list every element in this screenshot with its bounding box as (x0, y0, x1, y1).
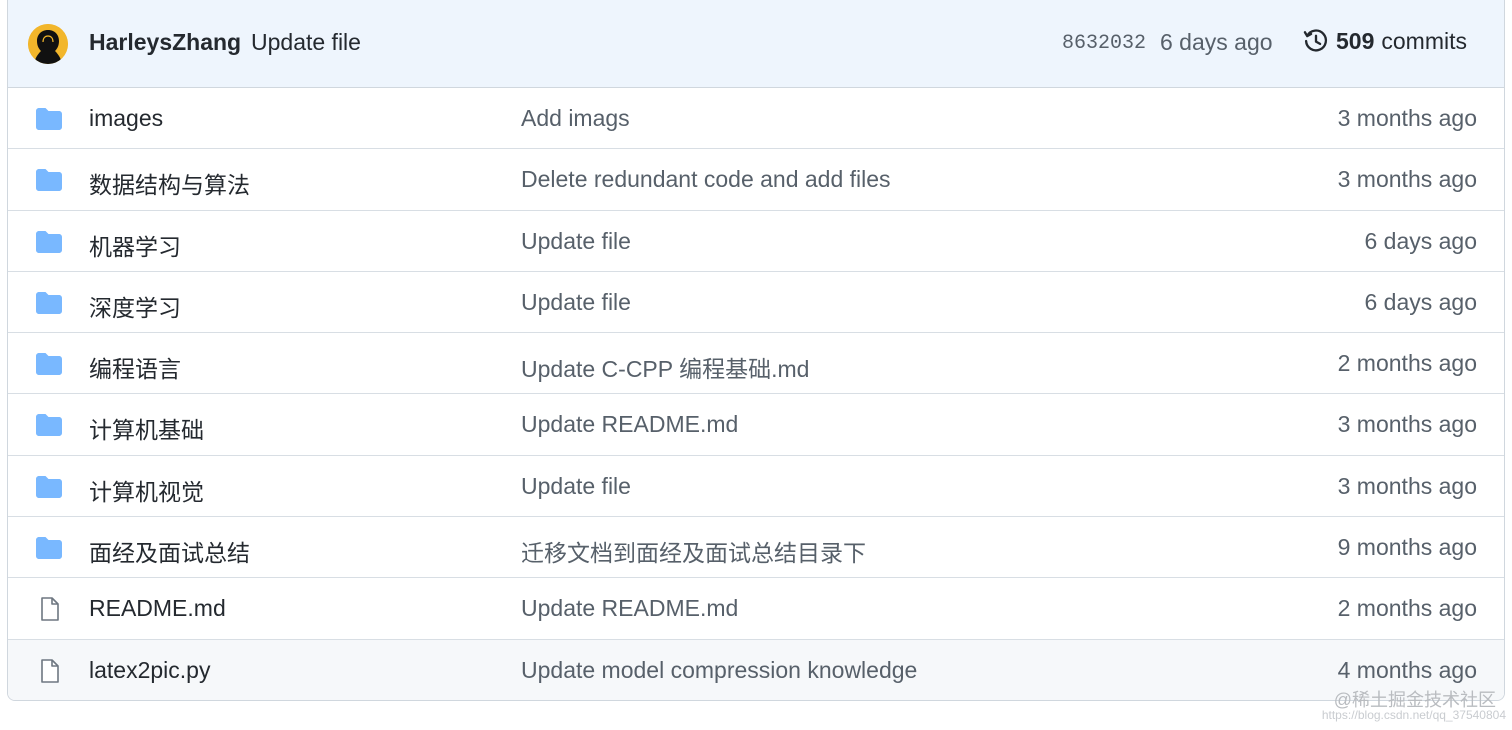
file-commit-age: 2 months ago (1337, 595, 1477, 622)
history-icon (1303, 29, 1328, 52)
file-commit-age: 3 months ago (1337, 472, 1477, 499)
file-commit-age: 4 months ago (1337, 656, 1477, 683)
file-name[interactable]: 数据结构与算法 (89, 166, 250, 200)
commits-link[interactable]: 509 commits (1302, 27, 1467, 55)
folder-icon (35, 413, 63, 437)
file-row[interactable]: 计算机基础 Update README.md 3 months ago (8, 394, 1504, 456)
folder-icon (35, 475, 63, 499)
file-name[interactable]: 计算机视觉 (89, 473, 204, 507)
file-name[interactable]: 深度学习 (89, 289, 181, 323)
commit-message[interactable]: Update file (251, 29, 361, 56)
file-name[interactable]: 机器学习 (89, 228, 181, 262)
folder-icon (35, 168, 63, 192)
file-commit-age: 2 months ago (1337, 350, 1477, 377)
commits-label: commits (1381, 27, 1467, 54)
file-row[interactable]: 编程语言 Update C-CPP 编程基础.md 2 months ago (8, 333, 1504, 395)
file-commit-message[interactable]: Update README.md (521, 595, 738, 622)
file-list: images Add imags 3 months ago 数据结构与算法 De… (8, 88, 1504, 700)
folder-icon (35, 536, 63, 560)
file-icon (35, 597, 63, 622)
folder-icon (35, 291, 63, 315)
file-row[interactable]: 机器学习 Update file 6 days ago (8, 211, 1504, 272)
file-row[interactable]: 数据结构与算法 Delete redundant code and add fi… (8, 149, 1504, 211)
file-row[interactable]: 面经及面试总结 迁移文档到面经及面试总结目录下 9 months ago (8, 517, 1504, 579)
avatar-silhouette-icon (28, 24, 68, 64)
file-row[interactable]: 计算机视觉 Update file 3 months ago (8, 456, 1504, 518)
file-browser: HarleysZhang Update file 8632032 6 days … (7, 0, 1505, 701)
watermark-url: https://blog.csdn.net/qq_37540804 (1321, 708, 1506, 722)
commit-age: 6 days ago (1160, 29, 1273, 55)
file-name[interactable]: 编程语言 (89, 350, 181, 384)
file-commit-age: 3 months ago (1337, 105, 1477, 131)
file-commit-age: 6 days ago (1364, 288, 1477, 315)
file-commit-message[interactable]: Update C-CPP 编程基础.md (521, 350, 809, 384)
file-name[interactable]: images (89, 105, 163, 132)
file-commit-message[interactable]: 迁移文档到面经及面试总结目录下 (521, 534, 866, 568)
commit-author[interactable]: HarleysZhang (89, 29, 241, 56)
commit-sha[interactable]: 8632032 (1062, 32, 1146, 55)
file-row[interactable]: README.md Update README.md 2 months ago (8, 578, 1504, 640)
file-name[interactable]: README.md (89, 595, 226, 622)
file-commit-message[interactable]: Update file (521, 289, 631, 316)
file-commit-message[interactable]: Update file (521, 473, 631, 500)
file-row[interactable]: latex2pic.py Update model compression kn… (8, 639, 1504, 700)
file-name[interactable]: 计算机基础 (89, 411, 204, 445)
file-commit-message[interactable]: Update model compression knowledge (521, 657, 917, 684)
file-commit-message[interactable]: Add imags (521, 105, 630, 132)
file-commit-message[interactable]: Update README.md (521, 411, 738, 438)
file-commit-age: 3 months ago (1337, 166, 1477, 193)
file-commit-age: 6 days ago (1364, 227, 1477, 254)
latest-commit-bar: HarleysZhang Update file 8632032 6 days … (8, 0, 1504, 88)
file-commit-age: 9 months ago (1337, 534, 1477, 561)
avatar[interactable] (28, 24, 68, 64)
file-name[interactable]: 面经及面试总结 (89, 534, 250, 568)
folder-icon (35, 352, 63, 376)
folder-icon (35, 107, 63, 131)
file-icon (35, 658, 63, 683)
file-commit-message[interactable]: Update file (521, 228, 631, 255)
file-name[interactable]: latex2pic.py (89, 657, 210, 684)
folder-icon (35, 230, 63, 254)
commits-count: 509 (1336, 27, 1375, 54)
file-commit-message[interactable]: Delete redundant code and add files (521, 166, 891, 193)
file-row[interactable]: images Add imags 3 months ago (8, 88, 1504, 150)
file-commit-age: 3 months ago (1337, 411, 1477, 438)
file-row[interactable]: 深度学习 Update file 6 days ago (8, 272, 1504, 334)
